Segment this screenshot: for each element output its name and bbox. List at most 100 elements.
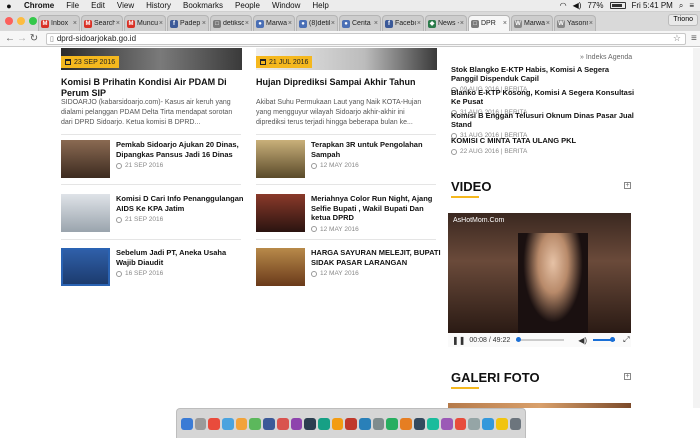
dock-app-icon[interactable] bbox=[222, 417, 234, 430]
tab-close-icon[interactable]: × bbox=[546, 20, 550, 27]
list-item[interactable]: Pemkab Sidoarjo Ajukan 20 Dinas, Dipangk… bbox=[61, 140, 246, 178]
tab-9[interactable]: ◆ News - × bbox=[425, 15, 467, 31]
apple-menu-icon[interactable]: ● bbox=[0, 1, 18, 11]
forward-arrow-icon[interactable]: → bbox=[16, 33, 28, 44]
back-arrow-icon[interactable]: ← bbox=[4, 33, 16, 44]
dock-app-icon[interactable] bbox=[482, 417, 494, 430]
tab-5[interactable]: ● Marwal × bbox=[253, 15, 295, 31]
volume-icon[interactable]: ◀) bbox=[578, 336, 587, 345]
dock-app-icon[interactable] bbox=[208, 417, 221, 430]
dock-app-icon[interactable] bbox=[331, 417, 344, 430]
close-window-icon[interactable] bbox=[5, 17, 13, 25]
tab-0[interactable]: M Inbox × bbox=[38, 15, 80, 31]
dock-app-icon[interactable] bbox=[413, 417, 426, 430]
tab-close-icon[interactable]: × bbox=[589, 20, 593, 27]
tab-close-icon[interactable]: × bbox=[116, 20, 120, 27]
tab-10[interactable]: □ DPR × bbox=[468, 15, 510, 31]
tab-close-icon[interactable]: × bbox=[202, 20, 206, 27]
dock-app-icon[interactable] bbox=[372, 417, 385, 430]
indeks-agenda-link[interactable]: » Indeks Agenda bbox=[580, 54, 632, 61]
dock-app-icon[interactable] bbox=[454, 417, 467, 430]
news-thumbnail[interactable] bbox=[61, 194, 110, 232]
featured-headline-1[interactable]: Komisi B Prihatin Kondisi Air PDAM Di Pe… bbox=[61, 77, 246, 99]
dock-app-icon[interactable] bbox=[345, 417, 357, 430]
menu-view[interactable]: View bbox=[111, 1, 140, 10]
dock-app-icon[interactable] bbox=[468, 417, 481, 430]
menu-chrome[interactable]: Chrome bbox=[18, 1, 60, 10]
fullscreen-icon[interactable]: ⤢ bbox=[623, 335, 629, 345]
dock-app-icon[interactable] bbox=[441, 417, 453, 430]
dock-app-icon[interactable] bbox=[276, 417, 289, 430]
minimize-window-icon[interactable] bbox=[17, 17, 25, 25]
spotlight-icon[interactable]: ⌕ bbox=[679, 1, 683, 11]
news-thumbnail[interactable] bbox=[256, 140, 305, 178]
pause-icon[interactable]: ❚❚ bbox=[452, 336, 465, 345]
tab-7[interactable]: ● Cerita × bbox=[339, 15, 381, 31]
tab-2[interactable]: M Muncul × bbox=[124, 15, 166, 31]
tab-close-icon[interactable]: × bbox=[331, 20, 335, 27]
tab-close-icon[interactable]: × bbox=[73, 20, 77, 27]
tab-close-icon[interactable]: × bbox=[503, 20, 507, 27]
list-item[interactable]: HARGA SAYURAN MELEJIT, BUPATI SIDAK PASA… bbox=[256, 248, 441, 286]
dock-app-icon[interactable] bbox=[181, 417, 193, 430]
list-item-title[interactable]: Sebelum Jadi PT, Aneka Usaha Wajib Diaud… bbox=[116, 248, 246, 267]
list-item-title[interactable]: Terapkan 3R untuk Pengolahan Sampah bbox=[311, 140, 441, 159]
list-item-title[interactable]: Meriahnya Color Run Night, Ajang Selfie … bbox=[311, 194, 441, 223]
reload-icon[interactable]: ↻ bbox=[28, 33, 40, 44]
list-item[interactable]: Meriahnya Color Run Night, Ajang Selfie … bbox=[256, 194, 441, 233]
agenda-title[interactable]: Blanko E-KTP Kosong, Komisi A Segera Kon… bbox=[451, 88, 636, 106]
menubar-clock[interactable]: Fri 5:41 PM bbox=[632, 1, 673, 10]
tab-6[interactable]: ●(8)detik× bbox=[296, 15, 338, 31]
dock-app-icon[interactable] bbox=[263, 417, 275, 430]
news-thumbnail[interactable] bbox=[256, 194, 305, 232]
tab-12[interactable]: WYasonn× bbox=[554, 15, 596, 31]
expand-plus-icon[interactable]: + bbox=[624, 182, 631, 189]
dock-app-icon[interactable] bbox=[235, 417, 248, 430]
tab-close-icon[interactable]: × bbox=[245, 20, 249, 27]
video-player[interactable]: AsHotMom.Com bbox=[448, 213, 631, 333]
tab-11[interactable]: W Marwal × bbox=[511, 15, 553, 31]
notification-center-icon[interactable]: ≡ bbox=[689, 1, 694, 10]
dock-app-icon[interactable] bbox=[400, 417, 412, 430]
agenda-title[interactable]: Stok Blangko E-KTP Habis, Komisi A Seger… bbox=[451, 65, 636, 83]
dock-app-icon[interactable] bbox=[194, 417, 207, 430]
list-item-title[interactable]: Pemkab Sidoarjo Ajukan 20 Dinas, Dipangk… bbox=[116, 140, 246, 159]
list-item-title[interactable]: HARGA SAYURAN MELEJIT, BUPATI SIDAK PASA… bbox=[311, 248, 441, 267]
menu-file[interactable]: File bbox=[60, 1, 85, 10]
tab-close-icon[interactable]: × bbox=[374, 20, 378, 27]
menu-bookmarks[interactable]: Bookmarks bbox=[177, 1, 229, 10]
volume-slider[interactable] bbox=[593, 337, 616, 342]
page-scrollbar[interactable] bbox=[693, 48, 700, 408]
expand-plus-icon[interactable]: + bbox=[624, 373, 631, 380]
news-thumbnail[interactable] bbox=[61, 248, 110, 286]
bookmark-star-icon[interactable]: ☆ bbox=[673, 33, 681, 44]
menu-people[interactable]: People bbox=[229, 1, 266, 10]
volume-handle[interactable] bbox=[610, 337, 616, 342]
volume-icon[interactable]: ◀) bbox=[573, 1, 582, 10]
tab-3[interactable]: f Padep × bbox=[167, 15, 209, 31]
dock-app-icon[interactable] bbox=[358, 417, 371, 430]
tab-8[interactable]: fFacebo× bbox=[382, 15, 424, 31]
video-progress-bar[interactable] bbox=[516, 337, 565, 342]
menu-edit[interactable]: Edit bbox=[85, 1, 111, 10]
tab-close-icon[interactable]: × bbox=[159, 20, 163, 27]
dock-app-icon[interactable] bbox=[304, 417, 316, 430]
dock-app-icon[interactable] bbox=[495, 417, 508, 430]
dock-app-icon[interactable] bbox=[290, 417, 303, 430]
news-thumbnail[interactable] bbox=[256, 248, 305, 286]
wifi-icon[interactable]: ◠ bbox=[560, 1, 567, 10]
list-item-title[interactable]: Komisi D Cari Info Penanggulangan AIDS K… bbox=[116, 194, 246, 213]
tab-close-icon[interactable]: × bbox=[417, 20, 421, 27]
agenda-title[interactable]: KOMISI C MINTA TATA ULANG PKL bbox=[451, 136, 636, 145]
dock-app-icon[interactable] bbox=[427, 417, 440, 430]
video-scrubber[interactable] bbox=[516, 337, 522, 342]
featured-headline-2[interactable]: Hujan Diprediksi Sampai Akhir Tahun bbox=[256, 77, 441, 88]
zoom-window-icon[interactable] bbox=[29, 17, 37, 25]
tab-close-icon[interactable]: × bbox=[460, 20, 464, 27]
tab-1[interactable]: M Search × bbox=[81, 15, 123, 31]
profile-button[interactable]: Triono bbox=[668, 14, 698, 26]
agenda-item[interactable]: KOMISI C MINTA TATA ULANG PKL 22 AUG 201… bbox=[451, 136, 636, 155]
dock-app-icon[interactable] bbox=[509, 417, 522, 430]
menu-history[interactable]: History bbox=[140, 1, 177, 10]
dock-app-icon[interactable] bbox=[317, 417, 330, 430]
